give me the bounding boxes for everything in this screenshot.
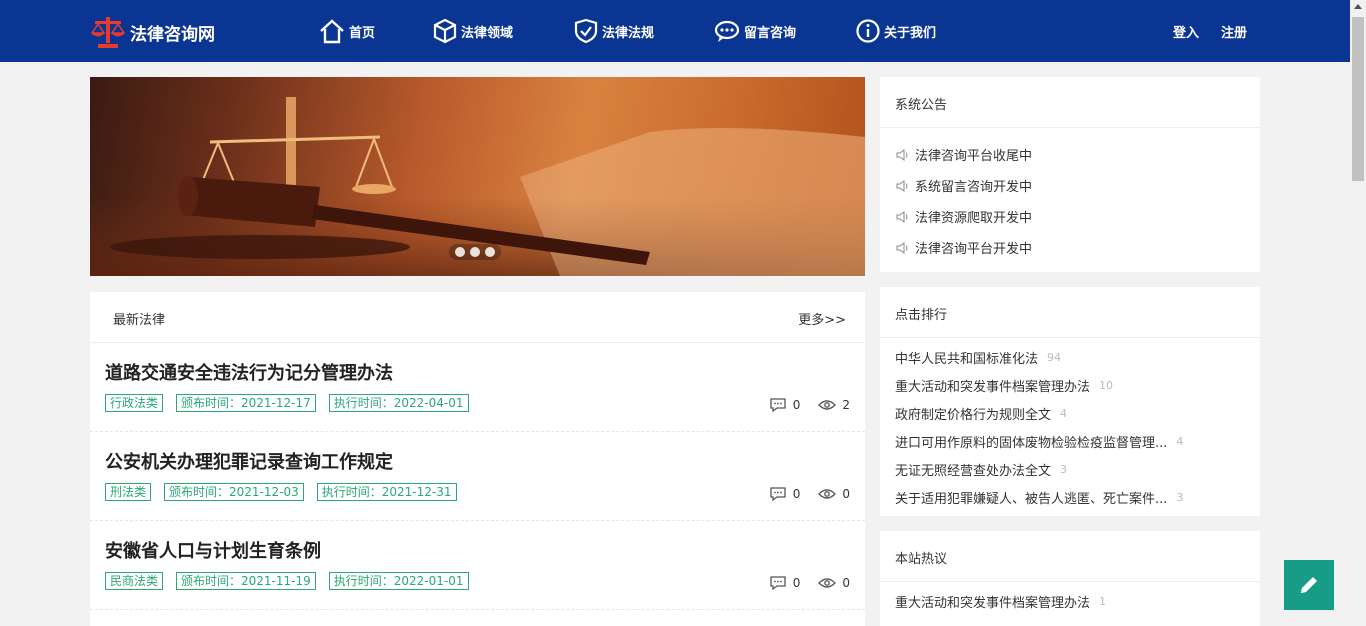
nav-about[interactable]: 关于我们 [855, 17, 936, 45]
published-date-tag: 颁布时间：2021-11-19 [176, 572, 316, 590]
scroll-thumb[interactable] [1352, 17, 1364, 181]
hot-topics-title: 本站热议 [895, 552, 948, 567]
law-stats: 0 2 [751, 397, 850, 413]
published-date-tag: 颁布时间：2021-12-17 [176, 394, 316, 412]
speaker-icon [896, 179, 908, 192]
logo-text: 法律咨询网 [130, 24, 215, 45]
category-tag[interactable]: 民商法类 [105, 572, 164, 590]
category-tag[interactable]: 刑法类 [105, 483, 152, 501]
law-tags: 刑法类 颁布时间：2021-12-03 执行时间：2021-12-31 [105, 483, 470, 501]
scales-logo-icon [90, 17, 126, 48]
hot-topics-panel: 本站热议 重大活动和突发事件档案管理办法 1 [880, 531, 1260, 626]
click-ranking-panel: 点击排行 中华人民共和国标准化法 94 重大活动和突发事件档案管理办法 10 政… [880, 287, 1260, 516]
comment-count: 0 [769, 486, 800, 502]
click-ranking-title: 点击排行 [895, 308, 948, 323]
comment-count: 0 [769, 575, 800, 591]
law-tags: 行政法类 颁布时间：2021-12-17 执行时间：2022-04-01 [105, 394, 482, 412]
eye-icon [818, 400, 837, 410]
top-navbar: 法律咨询网 首页 法律领域 法律法规 留言咨询 关于我们 登入 注册 [0, 0, 1350, 62]
law-list-item: 安徽省人口与计划生育条例 民商法类 颁布时间：2021-11-19 执行时间：2… [90, 521, 865, 610]
comment-icon [770, 487, 786, 502]
ranking-item[interactable]: 重大活动和突发事件档案管理办法 10 [895, 376, 1213, 395]
notice-item[interactable]: 法律咨询平台收尾中 [896, 145, 1032, 164]
law-stats: 0 0 [751, 575, 850, 591]
speaker-icon [896, 241, 908, 254]
view-count: 2 [818, 398, 850, 412]
carousel-dot-3[interactable] [485, 247, 496, 257]
cube-icon [433, 18, 457, 44]
category-tag[interactable]: 行政法类 [105, 394, 164, 412]
scroll-up-arrow-icon[interactable] [1354, 4, 1362, 9]
hot-topics-header: 本站热议 [880, 531, 1260, 582]
chat-bubble-icon [714, 20, 740, 42]
system-notice-panel: 系统公告 法律咨询平台收尾中 系统留言咨询开发中 法律资源爬取开发中 法律咨询平… [880, 77, 1260, 272]
law-list-item: 公安机关办理犯罪记录查询工作规定 刑法类 颁布时间：2021-12-03 执行时… [90, 432, 865, 521]
notice-item[interactable]: 法律咨询平台开发中 [896, 238, 1032, 257]
law-title[interactable]: 道路交通安全违法行为记分管理办法 [105, 359, 393, 385]
login-link[interactable]: 登入 [1173, 22, 1199, 41]
pencil-icon [1301, 577, 1317, 593]
shield-check-icon [574, 18, 598, 44]
ranking-item[interactable]: 中华人民共和国标准化法 94 [895, 348, 1213, 367]
effective-date-tag: 执行时间：2022-01-01 [328, 572, 469, 590]
ranking-item[interactable]: 无证无照经营查处办法全文 3 [895, 460, 1213, 479]
more-link[interactable]: 更多>> [798, 309, 846, 328]
law-stats: 0 0 [751, 486, 850, 502]
latest-laws-header: 最新法律 更多>> [90, 292, 865, 343]
nav-home[interactable]: 首页 [318, 17, 375, 45]
eye-icon [818, 489, 837, 499]
hot-topic-item[interactable]: 重大活动和突发事件档案管理办法 1 [895, 592, 1213, 611]
banner-carousel[interactable] [90, 77, 865, 276]
speaker-icon [896, 148, 908, 161]
nav-consult[interactable]: 留言咨询 [713, 17, 796, 45]
latest-laws-title: 最新法律 [113, 313, 166, 328]
eye-icon [818, 578, 837, 588]
info-icon [856, 19, 880, 43]
ranking-item[interactable]: 政府制定价格行为规则全文 4 [895, 404, 1213, 423]
carousel-indicators [449, 244, 501, 260]
page-scrollbar[interactable] [1350, 0, 1366, 626]
site-logo[interactable]: 法律咨询网 [90, 14, 215, 50]
view-count: 0 [818, 576, 850, 590]
law-title[interactable]: 公安机关办理犯罪记录查询工作规定 [105, 448, 393, 474]
edit-button[interactable] [1284, 560, 1334, 610]
notice-item[interactable]: 系统留言咨询开发中 [896, 176, 1032, 195]
nav-regulations[interactable]: 法律法规 [573, 17, 654, 45]
nav-law-fields[interactable]: 法律领域 [432, 17, 513, 45]
speaker-icon [896, 210, 908, 223]
home-icon [320, 19, 344, 44]
latest-laws-panel: 最新法律 更多>> 道路交通安全违法行为记分管理办法 行政法类 颁布时间：202… [90, 292, 865, 626]
carousel-dot-1[interactable] [454, 247, 465, 257]
ranking-item[interactable]: 关于适用犯罪嫌疑人、被告人逃匿、死亡案件... 3 [895, 488, 1213, 507]
system-notice-title: 系统公告 [895, 98, 948, 113]
register-link[interactable]: 注册 [1221, 22, 1247, 41]
notice-item[interactable]: 法律资源爬取开发中 [896, 207, 1032, 226]
ranking-item[interactable]: 进口可用作原料的固体废物检验检疫监督管理... 4 [895, 432, 1213, 451]
view-count: 0 [818, 487, 850, 501]
effective-date-tag: 执行时间：2022-04-01 [328, 394, 469, 412]
click-ranking-header: 点击排行 [880, 287, 1260, 338]
comment-icon [770, 576, 786, 591]
carousel-dot-2[interactable] [469, 247, 480, 257]
nav-regulations-label: 法律法规 [602, 25, 655, 41]
nav-home-label: 首页 [349, 25, 376, 41]
effective-date-tag: 执行时间：2021-12-31 [316, 483, 457, 501]
nav-about-label: 关于我们 [884, 25, 937, 41]
comment-count: 0 [769, 397, 800, 413]
nav-consult-label: 留言咨询 [744, 25, 797, 41]
published-date-tag: 颁布时间：2021-12-03 [164, 483, 304, 501]
comment-icon [770, 398, 786, 413]
law-list-item: 道路交通安全违法行为记分管理办法 行政法类 颁布时间：2021-12-17 执行… [90, 343, 865, 432]
law-title[interactable]: 安徽省人口与计划生育条例 [105, 537, 321, 563]
nav-law-fields-label: 法律领域 [461, 25, 514, 41]
system-notice-header: 系统公告 [880, 77, 1260, 128]
law-tags: 民商法类 颁布时间：2021-11-19 执行时间：2022-01-01 [105, 572, 482, 590]
